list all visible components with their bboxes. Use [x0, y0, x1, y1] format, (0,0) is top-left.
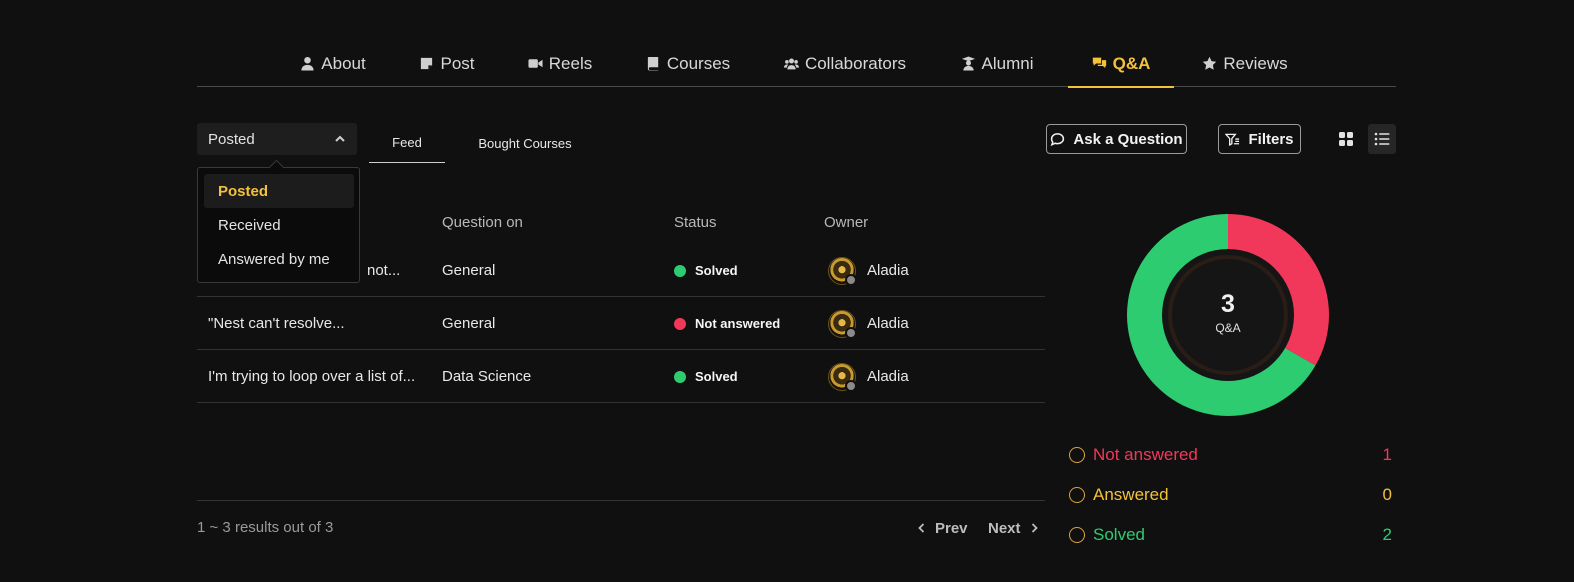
column-header-status: Status — [674, 214, 717, 231]
subtab-bought-courses[interactable]: Bought Courses — [470, 123, 580, 163]
star-icon — [1203, 56, 1217, 70]
status-dot — [674, 370, 686, 383]
tab-label: Q&A — [1112, 53, 1151, 73]
chat-bubble-icon — [1050, 132, 1065, 146]
video-icon — [528, 59, 543, 68]
question-filter-select[interactable]: Posted — [197, 123, 357, 155]
next-page-button[interactable]: Next — [988, 516, 1039, 540]
subtab-label: Bought Courses — [478, 135, 572, 151]
legend-label: Answered — [1093, 485, 1169, 504]
chevron-up-icon — [335, 135, 345, 142]
legend-not-answered: Not answered 1 — [1069, 443, 1392, 467]
tab-label: Post — [440, 53, 475, 73]
tab-about[interactable]: About — [293, 40, 373, 87]
status-badge: Solved — [674, 350, 814, 403]
grid-view-button[interactable] — [1332, 124, 1360, 154]
filters-label: Filters — [1248, 130, 1294, 148]
subtab-feed[interactable]: Feed — [369, 123, 445, 163]
grid-icon — [1339, 132, 1353, 146]
owner-cell: Aladia — [828, 244, 988, 297]
tab-label: Courses — [666, 53, 731, 73]
owner-cell: Aladia — [828, 297, 988, 350]
status-text: Solved — [695, 369, 738, 384]
filters-button[interactable]: Filters — [1218, 124, 1301, 154]
tab-reviews[interactable]: Reviews — [1201, 40, 1289, 87]
owner-name: Aladia — [867, 315, 909, 332]
filter-icon — [1225, 133, 1240, 146]
owner-cell: Aladia — [828, 350, 988, 403]
column-header-question-on: Question on — [442, 214, 523, 231]
dropdown-option-received[interactable]: Received — [204, 208, 354, 242]
question-on-cell: Data Science — [442, 368, 532, 385]
tab-label: About — [321, 53, 366, 73]
legend-value: 2 — [1382, 525, 1392, 544]
table-footer-divider — [197, 500, 1045, 501]
legend-value: 1 — [1382, 445, 1392, 464]
question-filter-dropdown: Posted Received Answered by me — [197, 167, 360, 283]
question-cell: not... — [367, 262, 401, 279]
book-icon — [647, 56, 659, 71]
list-view-button[interactable] — [1368, 124, 1396, 154]
tab-label: Reels — [548, 53, 593, 73]
question-cell: I'm trying to loop over a list of... — [208, 368, 416, 385]
list-icon — [1374, 132, 1390, 146]
legend-label: Solved — [1093, 525, 1145, 544]
owner-name: Aladia — [867, 368, 909, 385]
tab-reels[interactable]: Reels — [523, 40, 597, 87]
tab-post[interactable]: Post — [415, 40, 479, 87]
chat-bubbles-icon — [1092, 57, 1106, 69]
status-badge: Not answered — [674, 297, 814, 350]
ask-question-button[interactable]: Ask a Question — [1046, 124, 1187, 154]
next-label: Next — [988, 519, 1021, 537]
owner-name: Aladia — [867, 262, 909, 279]
table-row[interactable]: I'm trying to loop over a list of... Dat… — [197, 350, 1045, 403]
status-text: Not answered — [695, 316, 781, 331]
question-on-cell: General — [442, 262, 496, 279]
status-dot — [674, 264, 686, 277]
user-icon — [301, 56, 314, 71]
results-count: 1 ~ 3 results out of 3 — [197, 519, 334, 536]
profile-tabs: About Post Reels Courses Collaborators A… — [197, 40, 1396, 88]
avatar — [828, 256, 857, 286]
avatar — [828, 309, 857, 339]
status-badge: Solved — [674, 244, 814, 297]
tab-courses[interactable]: Courses — [642, 40, 734, 87]
dropdown-option-answered-by-me[interactable]: Answered by me — [204, 242, 354, 276]
tab-qa[interactable]: Q&A — [1068, 40, 1174, 88]
graduate-icon — [961, 56, 975, 71]
select-value: Posted — [208, 130, 255, 148]
chevron-left-icon — [918, 523, 925, 533]
tab-label: Collaborators — [804, 53, 907, 73]
ask-question-label: Ask a Question — [1073, 130, 1183, 148]
chevron-right-icon — [1031, 523, 1038, 533]
total-count: 3 — [1221, 290, 1235, 318]
dropdown-option-posted[interactable]: Posted — [204, 174, 354, 208]
prev-page-button[interactable]: Prev — [917, 516, 968, 540]
status-text: Solved — [695, 263, 738, 278]
circle-icon — [1069, 487, 1085, 503]
legend-solved: Solved 2 — [1069, 523, 1392, 547]
table-row[interactable]: "Nest can't resolve... General Not answe… — [197, 297, 1045, 350]
note-icon — [421, 57, 433, 70]
prev-label: Prev — [935, 519, 968, 537]
tab-label: Reviews — [1223, 53, 1288, 73]
question-cell: "Nest can't resolve... — [208, 315, 345, 332]
legend-answered: Answered 0 — [1069, 483, 1392, 507]
legend-value: 0 — [1382, 485, 1392, 504]
donut-center: 3 Q&A — [1126, 290, 1330, 335]
column-header-owner: Owner — [824, 214, 869, 231]
question-on-cell: General — [442, 315, 496, 332]
legend-label: Not answered — [1093, 445, 1198, 464]
tab-collaborators[interactable]: Collaborators — [777, 40, 913, 87]
total-label: Q&A — [1215, 321, 1241, 335]
tab-alumni[interactable]: Alumni — [957, 40, 1037, 87]
avatar — [828, 362, 857, 392]
circle-icon — [1069, 527, 1085, 543]
tab-label: Alumni — [981, 53, 1034, 73]
users-icon — [783, 58, 799, 70]
subtab-label: Feed — [392, 135, 422, 150]
circle-icon — [1069, 447, 1085, 463]
status-dot — [674, 317, 686, 330]
